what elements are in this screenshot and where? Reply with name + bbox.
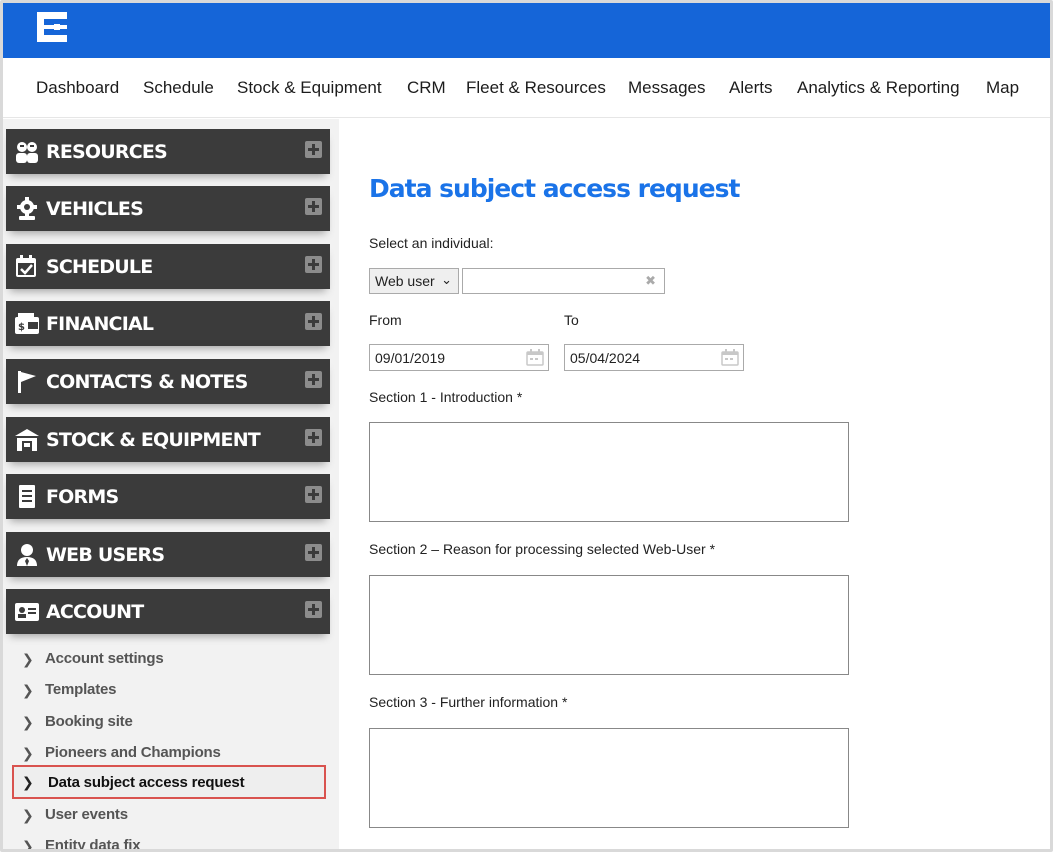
section-label: SCHEDULE	[46, 256, 153, 278]
page-title: Data subject access request	[369, 174, 740, 203]
top-bar	[3, 3, 1050, 58]
nav-messages[interactable]: Messages	[628, 78, 705, 98]
nav-fleet-resources[interactable]: Fleet & Resources	[466, 78, 606, 98]
chevron-right-icon: ❯	[22, 651, 34, 667]
section-label: FORMS	[46, 486, 119, 508]
expand-plus-icon[interactable]	[305, 601, 322, 618]
logo-icon[interactable]	[37, 12, 67, 42]
individual-type-select[interactable]: Web user ⌄	[369, 268, 459, 294]
wallet-icon: $	[15, 313, 39, 334]
chevron-right-icon: ❯	[22, 745, 34, 761]
chevron-down-icon: ⌄	[441, 272, 452, 287]
sidebar-item-label: User events	[45, 806, 128, 823]
select-individual-label: Select an individual:	[369, 235, 494, 251]
expand-plus-icon[interactable]	[305, 141, 322, 158]
from-date-value: 09/01/2019	[375, 350, 446, 366]
main-nav: Dashboard Schedule Stock & Equipment CRM…	[3, 58, 1050, 118]
expand-plus-icon[interactable]	[305, 313, 322, 330]
section1-label: Section 1 - Introduction *	[369, 389, 523, 405]
nav-alerts[interactable]: Alerts	[729, 78, 772, 98]
sidebar-item-booking-site[interactable]: ❯ Booking site	[19, 708, 325, 736]
svg-text:$: $	[18, 322, 25, 333]
gear-vehicle-icon	[17, 197, 37, 220]
chevron-right-icon: ❯	[22, 807, 34, 823]
from-label: From	[369, 312, 402, 328]
individual-search-input[interactable]: ✖	[462, 268, 665, 294]
section1-textarea[interactable]	[369, 422, 849, 522]
sidebar: RESOURCES VEHICLES SCHEDULE $ FINANCIAL …	[3, 119, 339, 852]
section3-textarea[interactable]	[369, 728, 849, 828]
section-label: RESOURCES	[46, 141, 168, 163]
sidebar-item-label: Templates	[45, 681, 117, 698]
expand-plus-icon[interactable]	[305, 198, 322, 215]
sidebar-item-data-subject-access-request[interactable]: ❯ Data subject access request	[12, 765, 326, 799]
chevron-right-icon: ❯	[22, 682, 34, 698]
app-window: Dashboard Schedule Stock & Equipment CRM…	[0, 0, 1053, 852]
expand-plus-icon[interactable]	[305, 486, 322, 503]
expand-plus-icon[interactable]	[305, 429, 322, 446]
section-label: VEHICLES	[46, 198, 144, 220]
section-label: FINANCIAL	[46, 313, 154, 335]
section-label: WEB USERS	[46, 544, 165, 566]
sidebar-item-label: Data subject access request	[48, 774, 245, 791]
to-date-value: 05/04/2024	[570, 350, 641, 366]
expand-plus-icon[interactable]	[305, 256, 322, 273]
section2-textarea[interactable]	[369, 575, 849, 675]
nav-crm[interactable]: CRM	[407, 78, 446, 98]
individual-type-value: Web user	[375, 273, 435, 289]
sidebar-item-label: Entity data fix	[45, 837, 141, 852]
sidebar-section-stock-equipment[interactable]: STOCK & EQUIPMENT	[6, 417, 330, 462]
sidebar-section-schedule[interactable]: SCHEDULE	[6, 244, 330, 289]
expand-plus-icon[interactable]	[305, 544, 322, 561]
sidebar-section-contacts-notes[interactable]: CONTACTS & NOTES	[6, 359, 330, 404]
sidebar-section-vehicles[interactable]: VEHICLES	[6, 186, 330, 231]
sidebar-item-account-settings[interactable]: ❯ Account settings	[19, 645, 325, 673]
calendar-icon[interactable]	[526, 349, 544, 366]
section2-label: Section 2 – Reason for processing select…	[369, 541, 716, 557]
chevron-right-icon: ❯	[22, 838, 34, 852]
calendar-icon[interactable]	[721, 349, 739, 366]
flag-icon	[18, 371, 36, 393]
sidebar-item-pioneers-champions[interactable]: ❯ Pioneers and Champions	[19, 739, 325, 767]
nav-map[interactable]: Map	[986, 78, 1019, 98]
warehouse-icon	[15, 429, 39, 451]
from-date-input[interactable]: 09/01/2019	[369, 344, 549, 371]
chevron-right-icon: ❯	[22, 774, 34, 790]
sidebar-section-financial[interactable]: $ FINANCIAL	[6, 301, 330, 346]
chevron-right-icon: ❯	[22, 714, 34, 730]
main-content: Data subject access request Select an in…	[356, 130, 1050, 849]
sidebar-item-label: Account settings	[45, 650, 164, 667]
user-tie-icon	[17, 544, 37, 566]
sidebar-item-label: Booking site	[45, 713, 133, 730]
sidebar-item-user-events[interactable]: ❯ User events	[19, 801, 325, 829]
nav-stock-equipment[interactable]: Stock & Equipment	[237, 78, 382, 98]
to-label: To	[564, 312, 579, 328]
section-label: STOCK & EQUIPMENT	[46, 429, 261, 451]
expand-plus-icon[interactable]	[305, 371, 322, 388]
sidebar-section-web-users[interactable]: WEB USERS	[6, 532, 330, 577]
nav-analytics-reporting[interactable]: Analytics & Reporting	[797, 78, 960, 98]
clear-icon[interactable]: ✖	[645, 273, 656, 289]
document-icon	[19, 485, 35, 508]
sidebar-section-forms[interactable]: FORMS	[6, 474, 330, 519]
sidebar-item-label: Pioneers and Champions	[45, 744, 221, 761]
users-icon	[16, 142, 38, 163]
sidebar-section-account[interactable]: ACCOUNT	[6, 589, 330, 634]
id-card-icon	[15, 603, 39, 621]
section3-label: Section 3 - Further information *	[369, 694, 568, 710]
sidebar-item-templates[interactable]: ❯ Templates	[19, 676, 325, 704]
sidebar-section-resources[interactable]: RESOURCES	[6, 129, 330, 174]
section-label: CONTACTS & NOTES	[46, 371, 248, 393]
to-date-input[interactable]: 05/04/2024	[564, 344, 744, 371]
nav-schedule[interactable]: Schedule	[143, 78, 214, 98]
section-label: ACCOUNT	[46, 601, 144, 623]
nav-dashboard[interactable]: Dashboard	[36, 78, 119, 98]
calendar-check-icon	[16, 255, 36, 277]
sidebar-item-entity-data-fix[interactable]: ❯ Entity data fix	[19, 832, 325, 852]
